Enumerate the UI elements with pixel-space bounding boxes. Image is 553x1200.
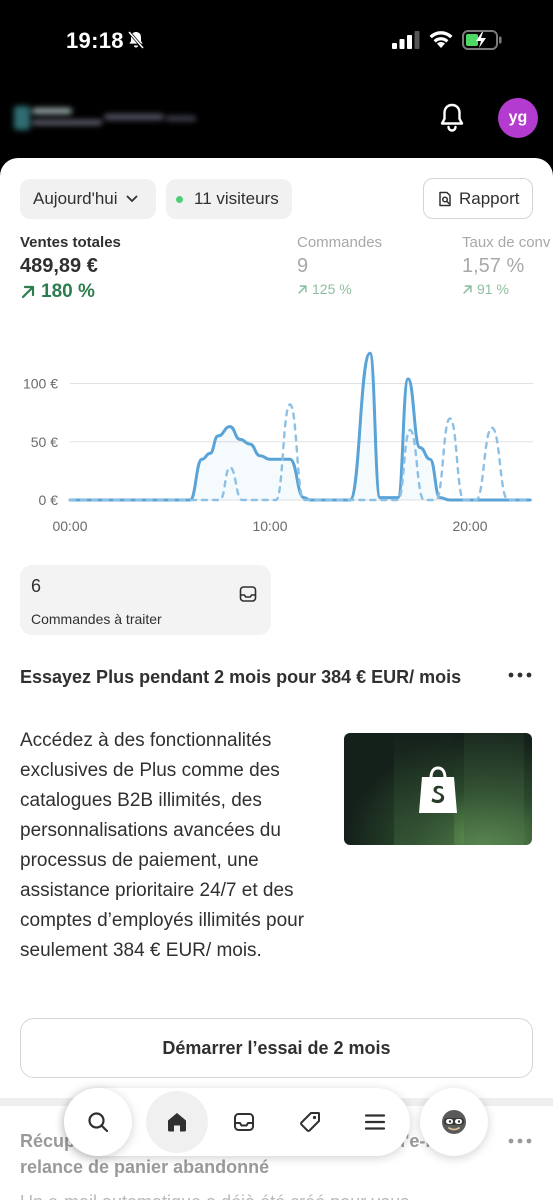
sidekick-icon [442, 1110, 466, 1134]
home-icon [168, 1113, 186, 1132]
arrow-up-right-icon [463, 284, 472, 294]
status-bar: 19:18 [0, 0, 553, 82]
orders-label: Commandes à traiter [31, 611, 162, 627]
avatar[interactable]: yg [498, 98, 538, 138]
report-icon [439, 191, 451, 206]
inbox-icon [239, 586, 257, 602]
tag-icon [300, 1112, 320, 1132]
battery-charging-icon [462, 30, 502, 50]
x-tick-label: 20:00 [452, 518, 487, 534]
metric-label: Taux de conv [462, 234, 551, 251]
nav-orders-button[interactable] [230, 1108, 258, 1136]
wifi-icon [429, 31, 453, 48]
arrow-up-right-icon [298, 284, 307, 294]
metric-total-sales[interactable]: Ventes totales 489,89 € 180 % [20, 234, 121, 303]
status-time: 19:18 [66, 28, 124, 53]
menu-icon [364, 1114, 386, 1130]
x-tick-label: 10:00 [252, 518, 287, 534]
date-filter-label: Aujourd'hui [33, 189, 118, 208]
nav-home-button[interactable] [146, 1091, 208, 1153]
shopify-bag-icon [419, 766, 457, 813]
metric-label: Commandes [297, 234, 383, 251]
live-dot-icon [176, 195, 183, 203]
metric-label: Ventes totales [20, 234, 121, 251]
nav-menu-button[interactable] [361, 1108, 389, 1136]
notifications-bell-icon[interactable] [437, 102, 467, 134]
nav-sidekick-button[interactable] [420, 1088, 488, 1156]
start-trial-button[interactable]: Démarrer l’essai de 2 mois [20, 1018, 533, 1078]
metric-value: 1,57 % [462, 255, 525, 277]
inbox-icon [234, 1113, 254, 1131]
visitors-label: 11 visiteurs [194, 189, 279, 208]
store-logo-blurred[interactable] [14, 100, 199, 136]
sales-line-chart[interactable]: 100 € 50 € 0 € 00:00 10:00 20:00 [0, 338, 553, 548]
metric-delta: 91 % [462, 281, 550, 297]
shopify-plus-image [344, 733, 532, 845]
y-tick-label: 100 € [23, 376, 58, 392]
promo-title: Essayez Plus pendant 2 mois pour 384 € E… [20, 667, 462, 687]
bell-off-icon [127, 31, 145, 49]
series-line-today [68, 351, 532, 502]
home-dashboard: Aujourd'hui 11 visiteurs Rapport Ventes … [0, 158, 553, 1200]
chevron-down-icon [126, 195, 137, 202]
metric-conversion-rate[interactable]: Taux de conv 1,57 % 91 % [462, 234, 550, 297]
x-tick-label: 00:00 [52, 518, 87, 534]
metric-delta: 125 % [297, 281, 382, 297]
metric-delta: 180 % [20, 281, 121, 303]
promo-body: Accédez à des fonctionnalités exclusives… [20, 730, 305, 961]
orders-to-process-tile[interactable]: 6 Commandes à traiter [20, 565, 271, 635]
abandoned-cart-body: Un e-mail automatique a déjà été créé po… [20, 1192, 409, 1200]
date-filter-dropdown[interactable]: Aujourd'hui [20, 179, 156, 219]
search-icon [88, 1112, 109, 1133]
metric-delta-value: 125 % [312, 281, 352, 297]
series-line-comparison [68, 403, 532, 502]
app-header: yg [0, 82, 553, 160]
metric-delta-value: 180 % [41, 281, 95, 302]
signal-icon [392, 31, 420, 49]
more-options-icon[interactable] [507, 1134, 533, 1148]
arrow-up-right-icon [21, 285, 35, 299]
report-label: Rapport [459, 188, 520, 208]
metric-delta-value: 91 % [477, 281, 509, 297]
metric-value: 489,89 € [20, 255, 98, 277]
report-button[interactable]: Rapport [423, 178, 533, 219]
nav-products-button[interactable] [296, 1108, 324, 1136]
metric-value: 9 [297, 255, 309, 277]
y-tick-label: 50 € [31, 434, 58, 450]
y-tick-label: 0 € [39, 492, 59, 508]
live-visitors-chip[interactable]: 11 visiteurs [166, 179, 292, 219]
more-options-icon[interactable] [507, 668, 533, 682]
nav-search-button[interactable] [64, 1088, 132, 1156]
series-area-fill [70, 353, 530, 500]
orders-count: 6 [31, 576, 42, 596]
metric-orders[interactable]: Commandes 9 125 % [297, 234, 382, 297]
